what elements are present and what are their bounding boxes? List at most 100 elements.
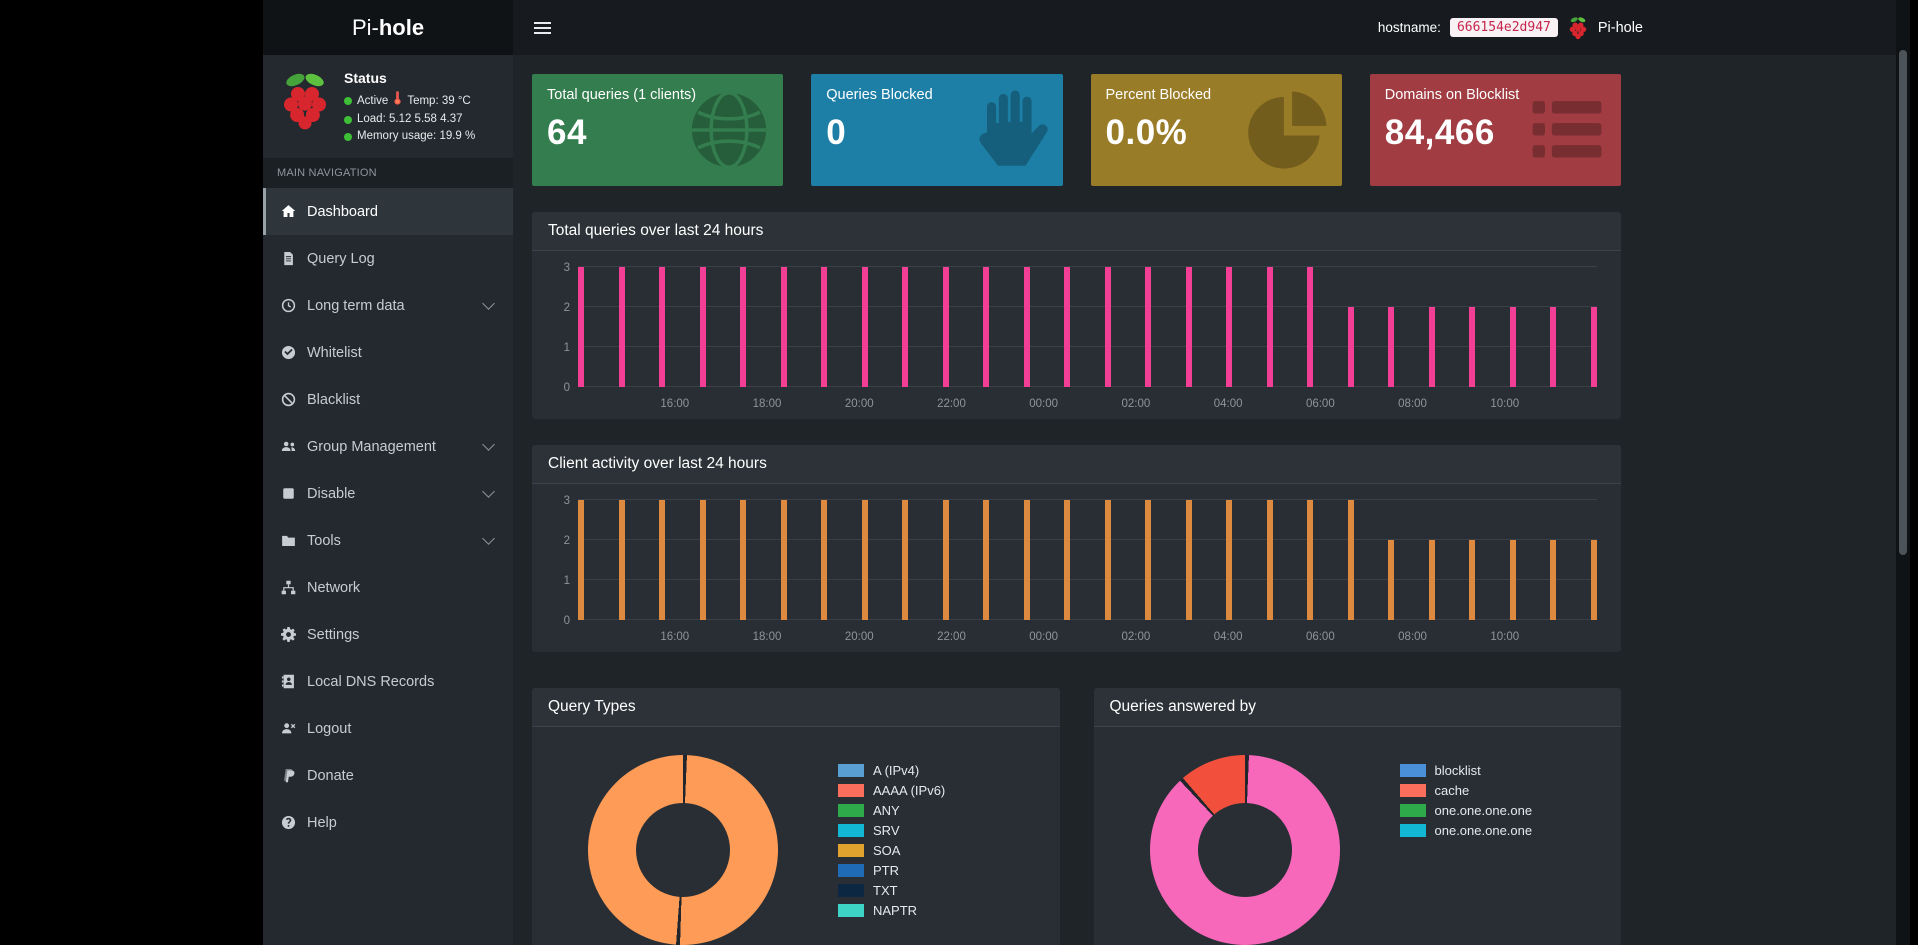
- bar[interactable]: [1185, 267, 1192, 387]
- legend-item[interactable]: PTR: [838, 863, 945, 878]
- bar[interactable]: [618, 267, 625, 387]
- client-activity-bar-chart[interactable]: 0 1 2 3 16:00 18:00 20:00 22:00 00:00 02:00 04:00 0…: [548, 495, 1605, 646]
- sidebar-item-label: Settings: [307, 626, 360, 643]
- home-icon: [280, 204, 296, 220]
- bar[interactable]: [659, 267, 666, 387]
- bar[interactable]: [821, 267, 828, 387]
- sidebar-item-disable[interactable]: Disable: [263, 470, 513, 517]
- legend-item[interactable]: blocklist: [1399, 763, 1533, 778]
- bar[interactable]: [983, 500, 990, 620]
- bar[interactable]: [1226, 500, 1233, 620]
- bar[interactable]: [983, 267, 990, 387]
- bar[interactable]: [1104, 267, 1111, 387]
- legend-item[interactable]: one.one.one.one: [1399, 823, 1532, 838]
- x-tick-label: 04:00: [1213, 398, 1243, 410]
- bar[interactable]: [902, 267, 909, 387]
- bar[interactable]: [861, 500, 868, 620]
- bar[interactable]: [618, 500, 625, 620]
- status-active-line: Active Temp: 39 °C: [344, 91, 475, 111]
- sidebar-item-tools[interactable]: Tools: [263, 517, 513, 564]
- bar[interactable]: [1469, 307, 1476, 387]
- sidebar-item-help[interactable]: Help: [263, 799, 513, 846]
- sidebar-item-network[interactable]: Network: [263, 564, 513, 611]
- bar[interactable]: [1145, 267, 1152, 387]
- legend-item[interactable]: SRV: [838, 823, 945, 838]
- bar[interactable]: [1590, 540, 1597, 620]
- bar[interactable]: [1023, 267, 1030, 387]
- bar[interactable]: [1104, 500, 1111, 620]
- bar[interactable]: [780, 500, 787, 620]
- summary-card-total-queries-1-clients: Total queries (1 clients) 64: [532, 74, 784, 186]
- sidebar-item-whitelist[interactable]: Whitelist: [263, 329, 513, 376]
- bar[interactable]: [1347, 500, 1354, 620]
- bar[interactable]: [780, 267, 787, 387]
- bar[interactable]: [861, 267, 868, 387]
- panel-total-queries: Total queries over last 24 hours 0 1 2 3 16:…: [532, 212, 1621, 419]
- bar[interactable]: [659, 500, 666, 620]
- bar[interactable]: [1509, 540, 1516, 620]
- sidebar-item-label: Dashboard: [307, 203, 378, 220]
- bar[interactable]: [699, 500, 706, 620]
- bar[interactable]: [902, 500, 909, 620]
- bar[interactable]: [1388, 307, 1395, 387]
- bar[interactable]: [740, 500, 747, 620]
- sidebar-item-blacklist[interactable]: Blacklist: [263, 376, 513, 423]
- status-memory-line: Memory usage: 19.9 %: [344, 128, 475, 145]
- bar[interactable]: [1347, 307, 1354, 387]
- sidebar-item-group-management[interactable]: Group Management: [263, 423, 513, 470]
- legend-item[interactable]: ANY: [838, 803, 945, 818]
- sidebar-toggle-button[interactable]: [519, 0, 565, 55]
- bar[interactable]: [942, 500, 949, 620]
- queries-answered-donut-chart[interactable]: [1149, 755, 1340, 945]
- legend-item[interactable]: one.one.one.one: [1399, 803, 1532, 818]
- bar[interactable]: [1266, 267, 1273, 387]
- sidebar-menu: Dashboard Query Log Long term data Whitelis…: [263, 188, 513, 846]
- bar[interactable]: [942, 267, 949, 387]
- bar[interactable]: [1550, 307, 1557, 387]
- bar[interactable]: [578, 267, 584, 387]
- bar[interactable]: [1590, 307, 1597, 387]
- bar[interactable]: [1064, 267, 1071, 387]
- bar[interactable]: [1428, 540, 1435, 620]
- query-types-donut-chart[interactable]: [588, 755, 778, 945]
- sidebar-item-long-term-data[interactable]: Long term data: [263, 282, 513, 329]
- sidebar-item-local-dns-records[interactable]: Local DNS Records: [263, 658, 513, 705]
- bar[interactable]: [1469, 540, 1476, 620]
- scrollbar-thumb[interactable]: [1899, 50, 1907, 555]
- app-logo[interactable]: Pi-hole: [263, 0, 513, 55]
- sidebar-item-settings[interactable]: Settings: [263, 611, 513, 658]
- legend-item[interactable]: NAPTR: [838, 903, 945, 918]
- bar[interactable]: [1064, 500, 1071, 620]
- bar[interactable]: [1509, 307, 1516, 387]
- bar[interactable]: [1307, 500, 1314, 620]
- bar[interactable]: [1550, 540, 1557, 620]
- sidebar-item-dashboard[interactable]: Dashboard: [263, 188, 513, 235]
- bar[interactable]: [1226, 267, 1233, 387]
- legend-item[interactable]: AAAA (IPv6): [838, 783, 945, 798]
- bar[interactable]: [1023, 500, 1030, 620]
- x-tick-label: 22:00: [937, 398, 966, 410]
- bar[interactable]: [1266, 500, 1273, 620]
- status-dot-icon: [344, 115, 352, 124]
- bar[interactable]: [699, 267, 706, 387]
- panel-title: Queries answered by: [1093, 688, 1621, 727]
- bar[interactable]: [578, 500, 584, 620]
- bar[interactable]: [821, 500, 828, 620]
- sidebar-item-label: Long term data: [307, 297, 405, 314]
- bar[interactable]: [740, 267, 747, 387]
- sidebar-item-label: Query Log: [307, 250, 375, 267]
- total-queries-bar-chart[interactable]: 0 1 2 3 16:00 18:00 20:00 22:00 00:00 02:00 04:00 0…: [548, 262, 1605, 413]
- legend-item[interactable]: TXT: [838, 883, 945, 898]
- bar[interactable]: [1428, 307, 1435, 387]
- legend-item[interactable]: cache: [1399, 783, 1533, 798]
- bar[interactable]: [1185, 500, 1192, 620]
- bar[interactable]: [1388, 540, 1395, 620]
- sidebar-item-logout[interactable]: Logout: [263, 705, 513, 752]
- legend-item[interactable]: A (IPv4): [838, 763, 945, 778]
- sidebar-item-donate[interactable]: Donate: [263, 752, 513, 799]
- bar[interactable]: [1307, 267, 1314, 387]
- bar[interactable]: [1145, 500, 1152, 620]
- scrollbar-track[interactable]: [1896, 0, 1910, 945]
- sidebar-item-query-log[interactable]: Query Log: [263, 235, 513, 282]
- legend-item[interactable]: SOA: [838, 843, 945, 858]
